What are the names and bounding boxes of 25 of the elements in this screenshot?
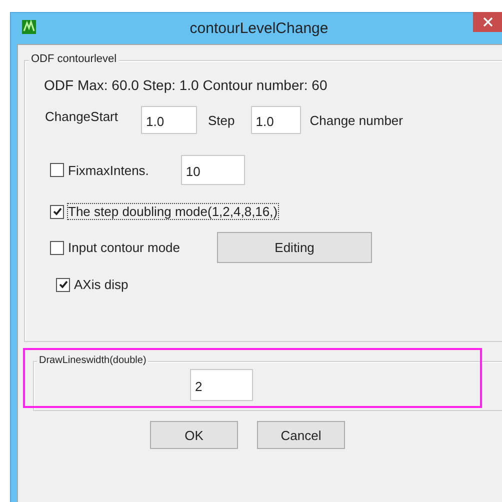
window-title: contourLevelChange	[188, 20, 330, 37]
checkbox[interactable]	[56, 278, 70, 292]
editing-button[interactable]: Editing	[217, 232, 372, 263]
checkbox[interactable]	[50, 163, 64, 177]
close-button[interactable]	[473, 12, 502, 32]
checkbox-label: Input contour mode	[68, 240, 180, 255]
group-title: ODF contourlevel	[29, 53, 119, 65]
field-label: ChangeStart	[45, 109, 118, 124]
checkbox[interactable]	[50, 240, 64, 254]
group-title: DrawLineswidth(double)	[37, 355, 148, 366]
info-text: ODF Max: 60.0 Step: 1.0 Contour number: 60	[44, 77, 328, 93]
checkbox-label: AXis disp	[74, 277, 128, 292]
checkbox[interactable]	[50, 204, 64, 218]
app-icon	[22, 20, 36, 34]
dialog-button[interactable]: OK	[150, 421, 238, 449]
input-field[interactable]: 1.0	[250, 106, 301, 134]
input-field[interactable]: 1.0	[141, 106, 197, 134]
checkbox-label: FixmaxIntens.	[68, 162, 149, 178]
field-label: Step	[208, 112, 235, 128]
input-field[interactable]: 10	[180, 155, 245, 185]
checkbox-label: The step doubling mode(1,2,4,8,16,)	[68, 204, 278, 219]
close-icon	[483, 17, 493, 27]
field-label: Change number	[310, 112, 403, 128]
input-field[interactable]: 2	[190, 369, 253, 401]
dialog-button[interactable]: Cancel	[257, 421, 345, 449]
